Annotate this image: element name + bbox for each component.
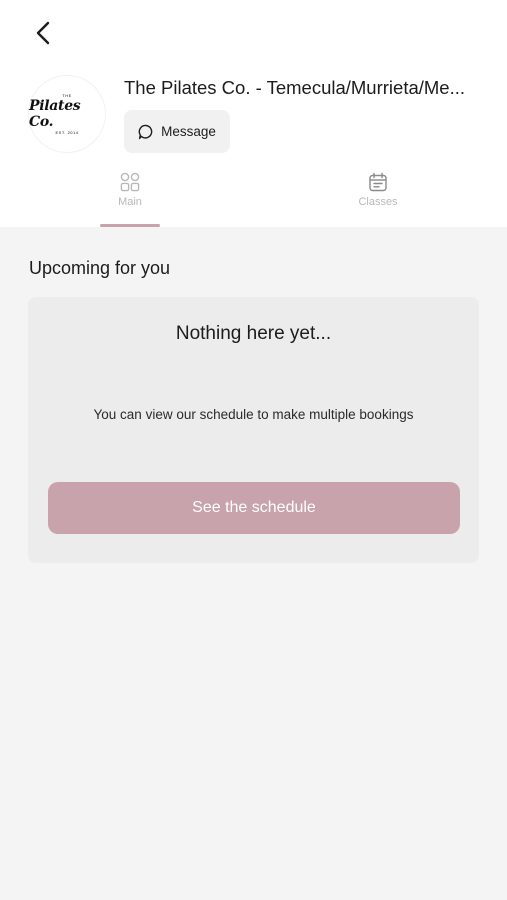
calendar-icon: [369, 172, 387, 192]
chat-bubble-icon: [138, 124, 153, 139]
upcoming-section-title: Upcoming for you: [29, 258, 171, 278]
message-button[interactable]: Message: [124, 110, 230, 153]
grid-icon: [120, 172, 140, 192]
tab-classes[interactable]: Classes: [318, 172, 438, 227]
tab-classes-label: Classes: [358, 196, 398, 208]
chevron-left-icon: [36, 21, 50, 45]
empty-state-title: Nothing here yet...: [175, 323, 332, 344]
tab-main-label: Main: [118, 196, 142, 208]
see-schedule-button[interactable]: See the schedule: [48, 482, 460, 534]
message-button-label: Message: [161, 124, 216, 139]
logo-brand-text: Pilates Co.: [29, 98, 81, 130]
empty-state-text: You can view our schedule to make multip…: [93, 407, 414, 422]
studio-logo: THE Pilates Co. EST. 2014: [29, 76, 105, 152]
active-tab-indicator: [100, 224, 160, 227]
tab-main[interactable]: Main: [70, 172, 190, 227]
upcoming-empty-card: Nothing here yet... You can view our sch…: [28, 297, 479, 563]
logo-est-text: EST. 2014: [55, 130, 79, 135]
header-area: THE Pilates Co. EST. 2014 The Pilates Co…: [0, 0, 507, 227]
studio-name: The Pilates Co. - Temecula/Murrieta/Me..…: [124, 77, 466, 98]
back-button[interactable]: [28, 18, 58, 48]
